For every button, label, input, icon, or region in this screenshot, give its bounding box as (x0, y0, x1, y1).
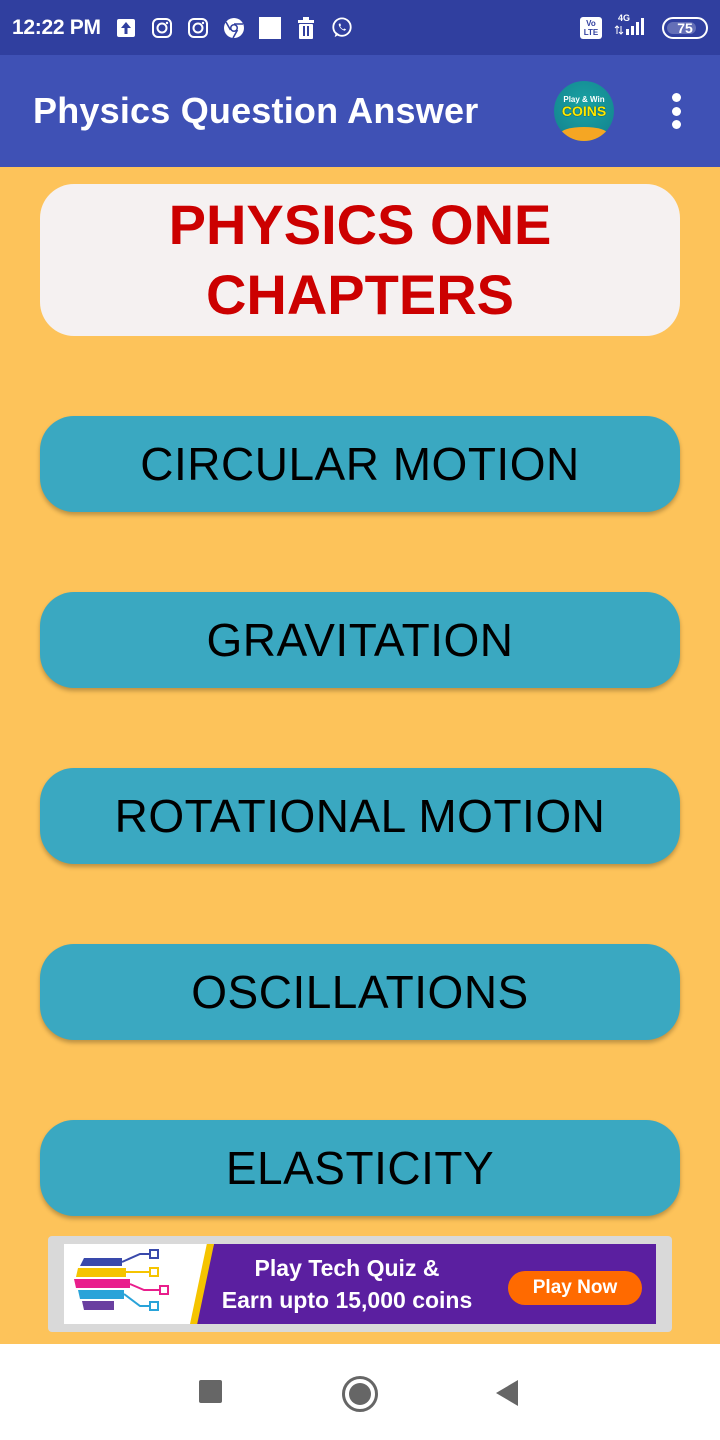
volte-icon: Vo LTE (580, 16, 602, 39)
instagram-icon (151, 17, 173, 39)
svg-text:4G: 4G (618, 13, 630, 23)
chapter-button-circular-motion[interactable]: CIRCULAR MOTION (40, 416, 680, 512)
section-header-card: PHYSICS ONE CHAPTERS (40, 184, 680, 336)
chapter-button-gravitation[interactable]: GRAVITATION (40, 592, 680, 688)
chapter-button-oscillations[interactable]: OSCILLATIONS (40, 944, 680, 1040)
signal-icon: 4G (614, 12, 650, 43)
chapter-label: GRAVITATION (206, 614, 514, 666)
ad-headline: Play Tech Quiz & Earn upto 15,000 coins (192, 1252, 502, 1316)
system-indicators: Vo LTE 4G 75 (580, 12, 708, 43)
ad-line-1: Play Tech Quiz & (254, 1255, 440, 1281)
chapter-label: OSCILLATIONS (191, 966, 529, 1018)
status-bar: 12:22 PM Vo LTE 4G 75 (0, 0, 720, 55)
ad-content[interactable]: Play Tech Quiz & Earn upto 15,000 coins … (64, 1244, 656, 1324)
system-nav-bar (0, 1344, 720, 1440)
ad-play-now-button[interactable]: Play Now (508, 1271, 642, 1305)
ad-line-2: Earn upto 15,000 coins (221, 1287, 473, 1313)
chapter-label: CIRCULAR MOTION (140, 438, 580, 490)
notification-icons (115, 16, 353, 39)
recents-icon[interactable] (199, 1380, 222, 1403)
chrome-icon (223, 17, 245, 39)
whatsapp-icon (331, 16, 353, 39)
blank-notification-icon (258, 16, 281, 39)
battery-indicator: 75 (662, 16, 708, 39)
battery-level: 75 (677, 19, 693, 36)
chapter-button-rotational-motion[interactable]: ROTATIONAL MOTION (40, 768, 680, 864)
section-title: PHYSICS ONE CHAPTERS (168, 193, 552, 326)
coins-badge-title: COINS (561, 103, 607, 119)
app-bar: Physics Question Answer Play & Win COINS (0, 55, 720, 167)
trash-icon (295, 16, 317, 39)
ad-banner[interactable]: Play Tech Quiz & Earn upto 15,000 coins … (48, 1236, 672, 1332)
more-vert-icon[interactable] (664, 93, 688, 129)
chapter-button-elasticity[interactable]: ELASTICITY (40, 1120, 680, 1216)
back-icon[interactable] (496, 1380, 518, 1406)
chapter-label: ELASTICITY (225, 1142, 495, 1194)
home-icon[interactable] (342, 1376, 378, 1412)
instagram-icon (187, 17, 209, 39)
tech-head-icon (74, 1249, 169, 1311)
coin-pile-icon (560, 127, 608, 141)
upload-icon (115, 17, 137, 39)
play-win-coins-button[interactable]: Play & Win COINS (554, 81, 614, 141)
chapter-label: ROTATIONAL MOTION (114, 790, 606, 842)
app-title: Physics Question Answer (33, 90, 479, 131)
status-time: 12:22 PM (12, 15, 101, 39)
